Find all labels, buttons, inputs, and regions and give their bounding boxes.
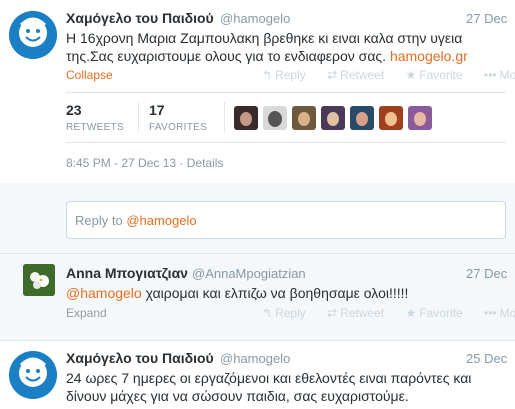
retweet-action[interactable]: ⇄ Retweet: [327, 306, 384, 320]
more-action[interactable]: •••More: [484, 306, 515, 320]
star-icon: ★: [405, 68, 417, 82]
tweet-date[interactable]: 27 Dec: [466, 266, 507, 281]
hamogelo-avatar[interactable]: [9, 351, 57, 399]
reply-action[interactable]: ↰ Reply: [262, 306, 306, 320]
reply-action[interactable]: ↰ Reply: [262, 68, 306, 82]
favoriter-avatar[interactable]: [321, 106, 345, 130]
hamogelo-avatar[interactable]: [9, 11, 57, 59]
favoriter-avatar[interactable]: [350, 106, 374, 130]
tweet-meta: 8:45 PM - 27 Dec 13 · Details: [66, 156, 223, 170]
stats-separator: [138, 102, 139, 132]
more-icon: •••: [484, 68, 497, 82]
reply-input[interactable]: Reply to @hamogelo: [66, 201, 506, 239]
reply-icon: ↰: [262, 68, 273, 82]
favoriter-avatar[interactable]: [263, 106, 287, 130]
tweet-text: Η 16χρονη Μαρια Ζαμπουλακη βρεθηκε κι ει…: [66, 29, 506, 65]
tweet-date[interactable]: 27 Dec: [466, 11, 507, 26]
retweet-label: Retweet: [340, 68, 385, 82]
tweet-text: @hamogelo χαιρομαι και ελπιζω να βοηθησα…: [66, 284, 506, 302]
favorite-label: Favorite: [419, 306, 463, 320]
tweet-link[interactable]: hamogelo.gr: [390, 48, 468, 64]
reply-placeholder: Reply to: [75, 213, 127, 228]
tweet-body: χαιρομαι και ελπιζω να βοηθησαμε ολοι!!!…: [141, 285, 409, 301]
author-name[interactable]: Χαμόγελο του Παιδιού: [66, 10, 214, 26]
tweet-actions: ↰Reply ⇄Retweet ★Favorite •••More: [262, 68, 515, 82]
more-label: More: [499, 68, 515, 82]
author-name[interactable]: Anna Μπογιατζιαν: [66, 265, 188, 281]
tweet-date[interactable]: 25 Dec: [466, 351, 507, 366]
author-handle[interactable]: @hamogelo: [220, 11, 290, 26]
favoriter-avatar[interactable]: [379, 106, 403, 130]
details-link[interactable]: Details: [187, 156, 224, 170]
stats-separator: [224, 102, 225, 132]
reply-mention: @hamogelo: [126, 213, 197, 228]
favoriter-avatar[interactable]: [292, 106, 316, 130]
retweet-label: Retweet: [340, 306, 385, 320]
tweet-timestamp[interactable]: 8:45 PM - 27 Dec 13: [66, 156, 176, 170]
tweet-expanded[interactable]: Χαμόγελο του Παιδιού @hamogelo 27 Dec Η …: [0, 0, 515, 183]
anna-avatar[interactable]: [23, 264, 55, 296]
retweet-icon: ⇄: [327, 306, 338, 320]
favoriter-avatar[interactable]: [408, 106, 432, 130]
star-icon: ★: [405, 306, 417, 320]
favorite-action[interactable]: ★ Favorite: [406, 68, 463, 82]
favorites-label[interactable]: FAVORITES: [149, 122, 207, 133]
tweet[interactable]: Χαμόγελο του Παιδιού @hamogelo 25 Dec 24…: [0, 341, 515, 409]
retweet-action[interactable]: ⇄ Retweet: [327, 68, 384, 82]
reply-icon: ↰: [262, 306, 273, 320]
favorite-label: Favorite: [419, 68, 463, 82]
author-name[interactable]: Χαμόγελο του Παιδιού: [66, 350, 214, 366]
author-handle[interactable]: @hamogelo: [220, 351, 290, 366]
retweet-icon: ⇄: [327, 68, 338, 82]
expand-link[interactable]: Expand: [66, 306, 107, 320]
more-action[interactable]: •••More: [484, 68, 515, 82]
retweets-count[interactable]: 23: [66, 102, 82, 118]
stats-bottom-divider: [66, 142, 506, 143]
collapse-link[interactable]: Collapse: [66, 68, 113, 82]
author-handle[interactable]: @AnnaMpogiatzian: [192, 266, 306, 281]
reply-area: Reply to @hamogelo: [0, 183, 515, 253]
meta-separator: ·: [179, 156, 187, 170]
more-icon: •••: [484, 306, 497, 320]
tweet-text: 24 ωρες 7 ημερες οι εργαζόμενοι και εθελ…: [66, 370, 472, 404]
reply-label: Reply: [275, 68, 306, 82]
tweet-reply[interactable]: Anna Μπογιατζιαν @AnnaMpogiatzian 27 Dec…: [0, 254, 515, 340]
retweets-label[interactable]: RETWEETS: [66, 122, 124, 133]
favorite-action[interactable]: ★ Favorite: [406, 306, 463, 320]
tweet-actions: ↰Reply ⇄Retweet ★Favorite •••More: [262, 306, 515, 320]
favorites-count[interactable]: 17: [149, 102, 165, 118]
tweet-mention[interactable]: @hamogelo: [66, 285, 142, 301]
stats-top-divider: [66, 92, 506, 93]
favoriter-avatar[interactable]: [234, 106, 258, 130]
more-label: More: [499, 306, 515, 320]
reply-label: Reply: [275, 306, 306, 320]
